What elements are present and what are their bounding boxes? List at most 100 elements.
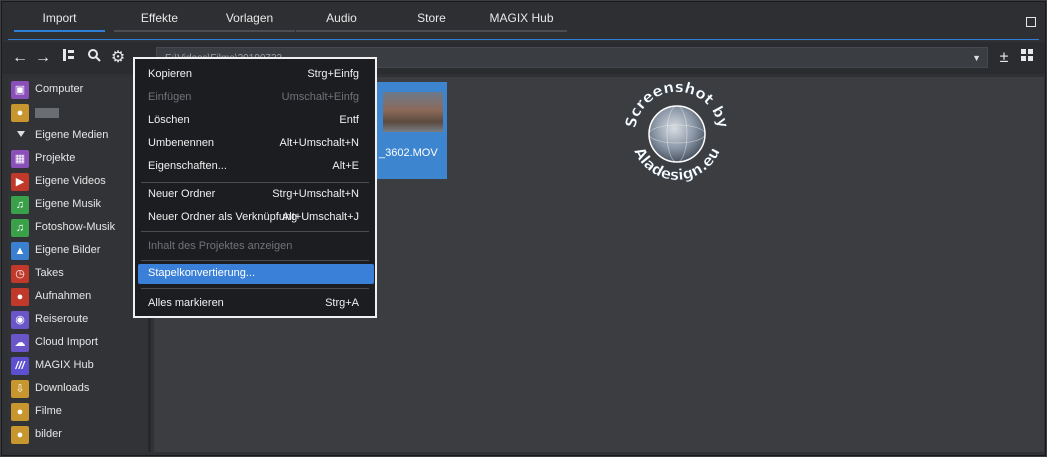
music-icon: ♫ (11, 196, 29, 214)
sidebar-item-label: MAGIX Hub (35, 359, 94, 371)
chevron-down-icon[interactable]: ▼ (972, 48, 981, 69)
sidebar-item-magix-hub[interactable]: /// MAGIX Hub (8, 355, 148, 377)
image-icon: ▲ (11, 242, 29, 260)
sidebar-item-user[interactable]: ● (8, 102, 148, 124)
tab-effekte[interactable]: Effekte (114, 10, 205, 32)
sidebar-item-label: Eigene Musik (35, 198, 102, 210)
sidebar-item-label: Eigene Medien (35, 129, 109, 141)
sidebar-item-label: Projekte (35, 152, 76, 164)
user-folder-icon: ● (11, 426, 29, 444)
tab-magix-hub[interactable]: MAGIX Hub (476, 10, 567, 32)
sidebar-item-label: Computer (35, 83, 84, 95)
menu-item-shortcut: Strg+Einfg (307, 68, 359, 80)
menu-item-shortcut: Alt+Umschalt+N (279, 137, 359, 149)
user-folder-icon: ● (11, 403, 29, 421)
sidebar-item-label (35, 108, 59, 118)
menu-separator (141, 260, 369, 261)
menu-item-label: Einfügen (148, 91, 192, 103)
sidebar-item-fotoshow-musik[interactable]: ♫ Fotoshow-Musik (8, 217, 148, 239)
tab-vorlagen[interactable]: Vorlagen (204, 10, 295, 32)
tab-import[interactable]: Import (14, 10, 105, 32)
context-menu: Kopieren Strg+Einfg Einfügen Umschalt+Einf… (133, 57, 377, 318)
sidebar-item-label: Takes (35, 267, 64, 279)
sidebar-item-eigene-musik[interactable]: ♫ Eigene Musik (8, 194, 148, 216)
sidebar-item-filme[interactable]: ● Filme (8, 401, 148, 423)
menu-item-shortcut: Strg+Umschalt+N (272, 188, 359, 200)
expand-triangle-icon[interactable] (17, 131, 25, 137)
file-thumbnail[interactable]: _3602.MOV (371, 82, 447, 179)
sidebar-item-label: Eigene Bilder (35, 244, 101, 256)
video-thumbnail-image (383, 92, 443, 132)
sidebar-item-projekte[interactable]: ▦ Projekte (8, 148, 148, 170)
menu-item-label: Kopieren (148, 68, 193, 80)
computer-icon: ▣ (11, 81, 29, 99)
download-icon: ⇩ (11, 380, 29, 398)
menu-item-label: Umbenennen (148, 137, 215, 149)
sidebar-item-eigene-videos[interactable]: ▶ Eigene Videos (8, 171, 148, 193)
menu-item-label: Alles markieren (148, 297, 224, 309)
sidebar-item-computer[interactable]: ▣ Computer (8, 79, 148, 101)
gear-icon[interactable]: ⚙ (108, 48, 128, 68)
music-icon: ♫ (11, 219, 29, 237)
watermark-logo: Screenshot by Aladesign.eu (617, 74, 737, 194)
search-icon[interactable] (84, 48, 104, 68)
tab-label: Audio (326, 11, 357, 25)
location-icon: ◉ (11, 311, 29, 329)
grid-view-icon[interactable] (1017, 48, 1037, 68)
tab-label: Import (42, 11, 77, 25)
tab-bar: Import Effekte Vorlagen Audio Store MAGI… (2, 2, 1045, 40)
menu-item-eigenschaften[interactable]: Eigenschaften... Alt+E (135, 157, 375, 177)
sort-icon[interactable]: ± (994, 48, 1014, 68)
sidebar-item-label: Fotoshow-Musik (35, 221, 116, 233)
menu-separator (141, 182, 369, 183)
menu-item-label: Inhalt des Projektes anzeigen (148, 240, 293, 252)
sidebar-item-label: Reiseroute (35, 313, 89, 325)
user-folder-icon: ● (11, 104, 29, 122)
menu-item-shortcut: Umschalt+Einfg (281, 91, 359, 103)
sidebar-item-bilder[interactable]: ● bilder (8, 424, 148, 446)
video-icon: ▶ (11, 173, 29, 191)
menu-separator (141, 231, 369, 232)
menu-item-loeschen[interactable]: Löschen Entf (135, 111, 375, 131)
tab-audio[interactable]: Audio (296, 10, 387, 32)
menu-item-label: Eigenschaften... (148, 160, 227, 172)
menu-item-label: Neuer Ordner als Verknüpfung (148, 211, 298, 223)
sidebar-item-label: Downloads (35, 382, 90, 394)
menu-item-einfuegen[interactable]: Einfügen Umschalt+Einfg (135, 88, 375, 108)
menu-item-label: Neuer Ordner (148, 188, 216, 200)
sidebar-item-label: bilder (35, 428, 62, 440)
menu-item-stapelkonvertierung[interactable]: Stapelkonvertierung... (138, 264, 374, 284)
tab-store[interactable]: Store (386, 10, 477, 32)
project-icon: ▦ (11, 150, 29, 168)
menu-item-alles-markieren[interactable]: Alles markieren Strg+A (135, 294, 375, 314)
sidebar-item-label: Eigene Videos (35, 175, 106, 187)
sidebar-item-label: Cloud Import (35, 336, 98, 348)
menu-item-umbenennen[interactable]: Umbenennen Alt+Umschalt+N (135, 134, 375, 154)
cloud-icon: ☁ (11, 334, 29, 352)
menu-item-shortcut: Alt+E (332, 160, 359, 172)
menu-item-shortcut: Entf (339, 114, 359, 126)
forward-arrow-icon[interactable]: → (33, 48, 53, 68)
sidebar: ▣ Computer ● Eigene Medien ▦ Projekte ▶ … (8, 77, 153, 452)
sidebar-item-cloud-import[interactable]: ☁ Cloud Import (8, 332, 148, 354)
sidebar-item-eigene-bilder[interactable]: ▲ Eigene Bilder (8, 240, 148, 262)
tab-label: Vorlagen (225, 11, 274, 25)
tree-view-icon[interactable] (59, 48, 79, 68)
menu-item-shortcut: Alt+Umschalt+J (281, 211, 359, 223)
menu-item-projekt-inhalt[interactable]: Inhalt des Projektes anzeigen (135, 237, 375, 257)
menu-item-label: Löschen (148, 114, 190, 126)
timer-icon: ◷ (11, 265, 29, 283)
menu-item-neuer-ordner[interactable]: Neuer Ordner Strg+Umschalt+N (135, 185, 375, 205)
menu-item-kopieren[interactable]: Kopieren Strg+Einfg (135, 65, 375, 85)
sidebar-item-reiseroute[interactable]: ◉ Reiseroute (8, 309, 148, 331)
maximize-icon[interactable] (1026, 17, 1036, 27)
file-caption: _3602.MOV (379, 147, 438, 159)
back-arrow-icon[interactable]: ← (10, 48, 30, 68)
sidebar-item-eigene-medien[interactable]: Eigene Medien (8, 125, 148, 147)
tab-label: Effekte (140, 11, 179, 25)
sidebar-item-downloads[interactable]: ⇩ Downloads (8, 378, 148, 400)
menu-separator (141, 288, 369, 289)
sidebar-item-aufnahmen[interactable]: ● Aufnahmen (8, 286, 148, 308)
menu-item-ordner-verknuepfung[interactable]: Neuer Ordner als Verknüpfung Alt+Umschalt… (135, 208, 375, 228)
sidebar-item-takes[interactable]: ◷ Takes (8, 263, 148, 285)
